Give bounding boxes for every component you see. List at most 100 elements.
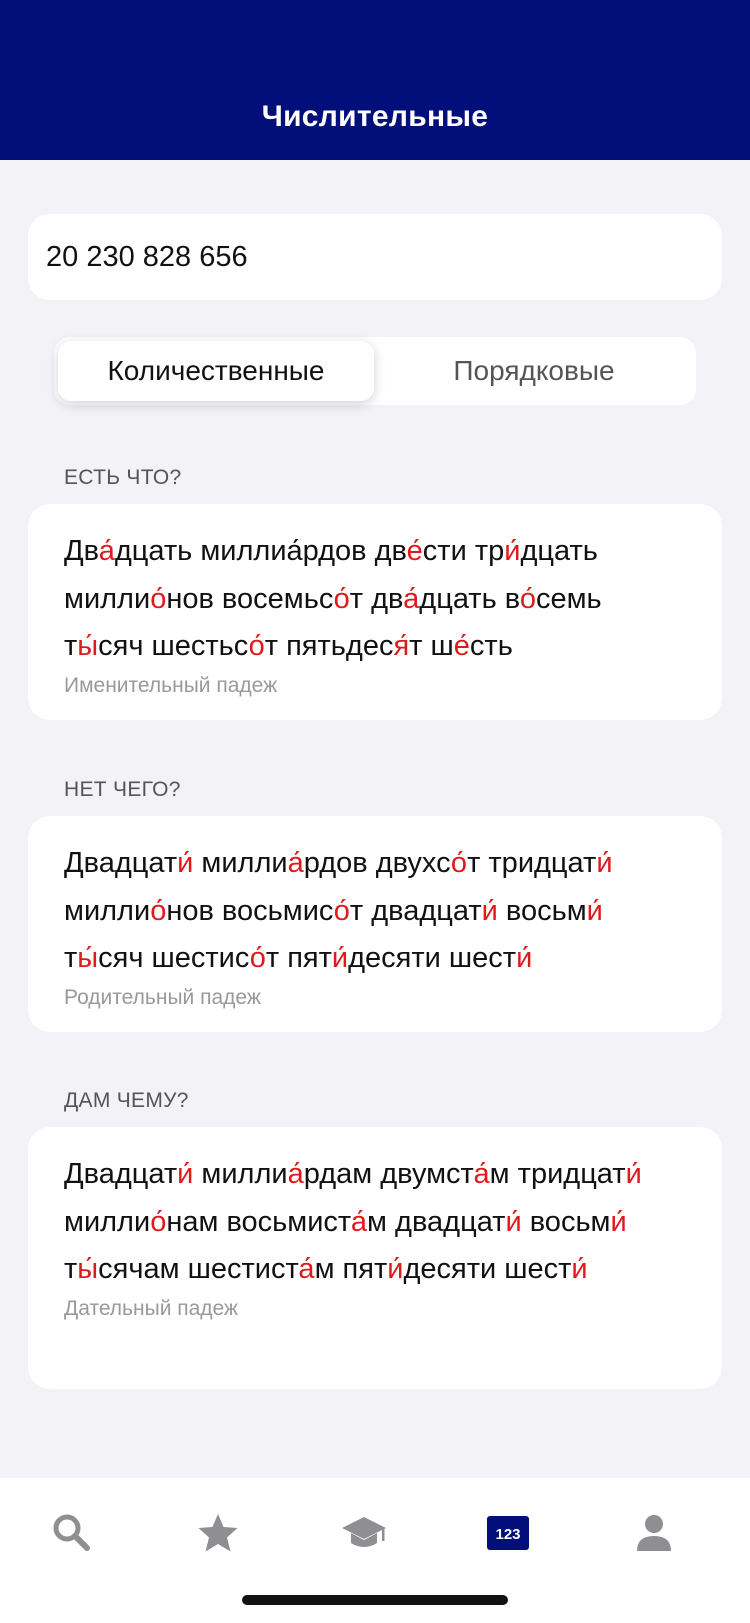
- text-fragment: т тридцат: [467, 847, 597, 879]
- text-fragment: милли: [64, 894, 151, 927]
- home-indicator: [242, 1595, 508, 1605]
- stressed-letter: о́: [450, 847, 468, 879]
- text-fragment: т: [64, 1253, 78, 1285]
- tab-search[interactable]: [37, 1498, 107, 1568]
- section-label-dative: ДАМ ЧЕМУ?: [64, 1089, 189, 1112]
- numbers-icon: 123: [487, 1516, 529, 1550]
- navigation-header: Числительные: [0, 0, 750, 160]
- stressed-letter: и́: [331, 942, 349, 974]
- stressed-letter: о́: [150, 1205, 167, 1238]
- text-fragment: т пятьдес: [264, 630, 394, 662]
- stressed-letter: а́: [350, 1205, 368, 1238]
- stressed-letter: ы́: [77, 1253, 99, 1285]
- text-fragment: восьм: [521, 1205, 611, 1238]
- text-fragment: сячам шестист: [98, 1253, 299, 1285]
- stressed-letter: о́: [333, 894, 350, 927]
- text-fragment: т пят: [265, 942, 332, 974]
- stressed-letter: а́: [473, 1158, 490, 1190]
- tab-cardinal[interactable]: Количественные: [58, 341, 374, 401]
- stressed-letter: и́: [177, 847, 194, 879]
- stressed-letter: я́: [393, 630, 410, 662]
- graduation-cap-icon: [342, 1517, 386, 1547]
- stressed-letter: а́: [403, 582, 420, 615]
- text-fragment: десяти шест: [403, 1253, 572, 1285]
- star-icon: [198, 1514, 238, 1552]
- card-dative: Двадцати́ миллиа́рдам двумста́м тридцати…: [28, 1127, 722, 1389]
- text-fragment: т дв: [349, 582, 404, 615]
- text-fragment: милли: [64, 1205, 151, 1238]
- tab-numerals[interactable]: 123: [473, 1498, 543, 1568]
- text-fragment: рдов двухс: [303, 847, 451, 879]
- stressed-letter: и́: [505, 1205, 522, 1238]
- stressed-letter: о́: [150, 894, 167, 927]
- case-label: Дательный падеж: [64, 1296, 239, 1320]
- text-fragment: рдов дв: [302, 535, 407, 567]
- stressed-letter: е́: [406, 535, 423, 567]
- stressed-letter: и́: [516, 942, 533, 974]
- stressed-letter: и́: [387, 1253, 404, 1285]
- text-fragment: рдам двумст: [303, 1158, 474, 1190]
- search-icon: [53, 1514, 90, 1551]
- card-genitive: Двадцати́ миллиа́рдов двухсо́т тридцати́…: [28, 816, 722, 1032]
- stressed-letter: о́: [249, 942, 266, 974]
- numbers-icon-label: 123: [495, 1526, 520, 1543]
- text-fragment: нов восемьс: [166, 582, 334, 615]
- stressed-letter: и́: [586, 894, 603, 927]
- text-fragment: сяч шестис: [98, 942, 250, 974]
- stressed-letter: ы́: [77, 630, 99, 662]
- stressed-letter: а́: [298, 1253, 315, 1285]
- stressed-letter: и́: [610, 1205, 627, 1238]
- numeral-type-segmented-control: Количественные Порядковые: [54, 337, 696, 405]
- numeral-text: Двадцати́ миллиа́рдам двумста́м тридцати…: [64, 1151, 686, 1294]
- text-fragment: сяч шестьс: [98, 630, 249, 662]
- stressed-letter: о́: [519, 582, 536, 615]
- text-fragment: т ш: [409, 630, 454, 662]
- stressed-letter: е́: [453, 630, 470, 662]
- text-fragment: нов восьмис: [166, 894, 334, 927]
- stressed-letter: о́: [150, 582, 167, 615]
- stressed-letter: и́: [596, 847, 613, 879]
- numeral-text: Два́дцать миллиа́рдов две́сти три́дцать …: [64, 528, 686, 671]
- stressed-letter: ы́: [77, 942, 99, 974]
- text-fragment: дцать миллиа: [114, 535, 303, 567]
- case-label: Родительный падеж: [64, 985, 261, 1009]
- text-fragment: м пят: [314, 1253, 388, 1285]
- text-fragment: сть: [469, 630, 513, 662]
- stressed-letter: и́: [625, 1158, 642, 1190]
- text-fragment: Дв: [64, 535, 99, 567]
- case-label: Именительный падеж: [64, 673, 278, 697]
- numeral-text: Двадцати́ миллиа́рдов двухсо́т тридцати́…: [64, 840, 686, 983]
- tab-profile[interactable]: [619, 1498, 689, 1568]
- page-title: Числительные: [261, 100, 489, 133]
- text-fragment: восьм: [497, 894, 587, 927]
- card-nominative: Два́дцать миллиа́рдов две́сти три́дцать …: [28, 504, 722, 720]
- stressed-letter: о́: [333, 582, 350, 615]
- number-input[interactable]: [28, 214, 722, 300]
- text-fragment: Двадцат: [64, 847, 178, 879]
- stressed-letter: и́: [177, 1158, 194, 1190]
- profile-icon: [637, 1515, 671, 1551]
- stressed-letter: и́: [481, 894, 498, 927]
- text-fragment: милли: [193, 1158, 288, 1190]
- text-fragment: нам восьмист: [166, 1205, 351, 1238]
- text-fragment: т двадцат: [349, 894, 482, 927]
- tab-bar: 123: [0, 1478, 750, 1623]
- tab-ordinal[interactable]: Порядковые: [376, 341, 692, 401]
- tab-learning[interactable]: [329, 1498, 399, 1568]
- tab-favorites[interactable]: [183, 1498, 253, 1568]
- text-fragment: Двадцат: [64, 1158, 178, 1190]
- text-fragment: десяти шест: [348, 942, 517, 974]
- stressed-letter: и́: [504, 535, 521, 567]
- stressed-letter: а́: [98, 535, 115, 567]
- text-fragment: милли: [193, 847, 288, 879]
- text-fragment: дцать в: [419, 582, 520, 615]
- text-fragment: сти тр: [422, 535, 505, 567]
- section-label-genitive: НЕТ ЧЕГО?: [64, 778, 181, 801]
- stressed-letter: а́: [287, 1158, 304, 1190]
- stressed-letter: и́: [571, 1253, 588, 1285]
- text-fragment: м двадцат: [367, 1205, 506, 1238]
- stressed-letter: а́: [287, 847, 304, 879]
- text-fragment: м тридцат: [489, 1158, 626, 1190]
- text-fragment: т: [64, 942, 78, 974]
- stressed-letter: о́: [248, 630, 265, 662]
